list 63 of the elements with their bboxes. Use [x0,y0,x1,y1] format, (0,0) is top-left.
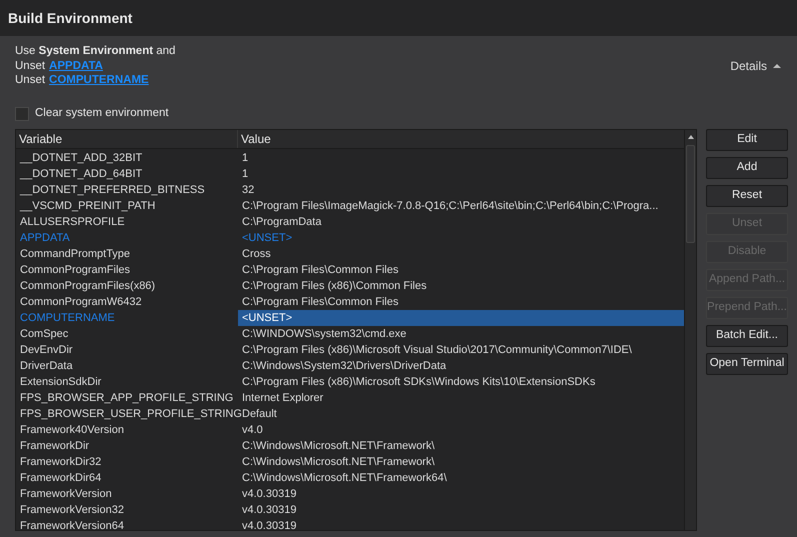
value-cell[interactable]: C:\Program Files\Common Files [238,294,684,310]
variable-cell-text: CommonProgramFiles [19,262,132,278]
action-button[interactable]: Edit [706,128,788,150]
variable-cell-text: ALLUSERSPROFILE [19,214,126,230]
value-cell[interactable]: C:\Windows\System32\Drivers\DriverData [238,358,684,374]
window-title: Build Environment [8,8,132,28]
value-cell[interactable]: Internet Explorer [238,390,684,406]
value-cell[interactable]: v4.0.30319 [238,486,684,502]
unset-label: Unset [15,73,46,88]
action-button[interactable]: Batch Edit... [706,324,788,346]
variable-cell-text: Framework40Version [19,422,125,438]
value-cell[interactable]: Cross [238,246,684,262]
variable-cell-text: ExtensionSdkDir [19,374,102,390]
variable-cell-text: DevEnvDir [19,342,74,358]
details-toggle[interactable]: Details [730,56,781,75]
value-cell[interactable]: C:\Program Files (x86)\Microsoft SDKs\Windows Kits\10\ExtensionSDKs [238,374,684,390]
variable-cell-text: APPDATA [19,230,71,246]
action-button[interactable]: Add [706,156,788,178]
value-cell[interactable]: v4.0.30319 [238,518,684,530]
variable-cell-text: CommonProgramW6432 [19,294,143,310]
value-cell[interactable]: <UNSET> [238,230,684,246]
value-cell[interactable]: 32 [238,182,684,198]
value-cell[interactable]: C:\WINDOWS\system32\cmd.exe [238,326,684,342]
action-button[interactable]: Reset [706,184,788,206]
value-cell[interactable]: v4.0 [238,422,684,438]
value-cell[interactable]: C:\Windows\Microsoft.NET\Framework\ [238,438,684,454]
variable-cell-text: __VSCMD_PREINIT_PATH [18,198,156,214]
value-cell[interactable]: C:\Program Files\Common Files [238,262,684,278]
variable-cell-text: FrameworkDir32 [19,454,102,470]
value-cell[interactable]: C:\Windows\Microsoft.NET\Framework64\ [238,470,684,486]
value-cell[interactable]: 1 [238,150,684,166]
variable-cell-text: FPS_BROWSER_APP_PROFILE_STRING [19,390,234,406]
action-button[interactable]: Open Terminal [706,352,788,374]
variable-cell-text: FrameworkDir [19,438,90,454]
value-cell[interactable]: C:\Windows\Microsoft.NET\Framework\ [238,454,684,470]
variable-cell-text: FrameworkVersion64 [19,518,125,530]
variable-cell-text: FrameworkDir64 [19,470,102,486]
value-cell[interactable]: C:\Program Files (x86)\Microsoft Visual Studio\2017\Community\Common7\IDE\ [238,342,684,358]
value-cell[interactable]: 1 [238,166,684,182]
scrollbar[interactable] [684,130,696,530]
value-cell[interactable]: C:\Program Files (x86)\Common Files [238,278,684,294]
variable-cell-text: __DOTNET_ADD_32BIT [18,150,144,166]
value-cell[interactable]: C:\ProgramData [238,214,684,230]
column-header[interactable]: Variable [16,130,238,148]
scroll-thumb[interactable] [686,144,695,242]
variable-cell-text: CommandPromptType [19,246,132,262]
value-cell[interactable]: C:\Program Files\ImageMagick-7.0.8-Q16;C:\Perl64\site\bin;C:\Perl64\bin;C:\Progra... [238,198,684,214]
unset-label: Unset [15,58,46,73]
environment-summary: Use System Environment and [15,44,176,58]
variable-cell-text: __DOTNET_ADD_64BIT [18,166,144,182]
variable-cell-text: DriverData [19,358,74,374]
variable-cell-text: COMPUTERNAME [19,310,116,326]
value-cell[interactable]: <UNSET> [238,310,684,326]
value-cell[interactable]: v4.0.30319 [238,502,684,518]
checkbox-label: Clear system environment [35,106,169,121]
variable-cell-text: ComSpec [19,326,70,342]
checkbox[interactable] [15,106,29,120]
column-header[interactable]: Value [238,130,684,148]
variable-cell-text: CommonProgramFiles(x86) [19,278,156,294]
variable-cell-text: __DOTNET_PREFERRED_BITNESS [18,182,206,198]
collapse-arrow-icon [773,62,781,69]
variable-cell-text: FrameworkVersion [19,486,113,502]
variable-cell-text: FrameworkVersion32 [19,502,125,518]
